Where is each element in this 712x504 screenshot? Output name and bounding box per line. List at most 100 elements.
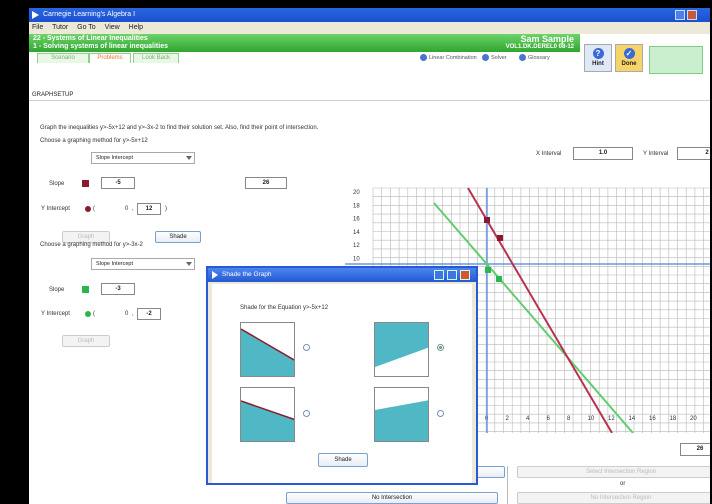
eq1-point-2[interactable]	[497, 235, 503, 241]
x-tick-label: 18	[670, 416, 677, 422]
eq2-intercept-x: 0	[125, 311, 129, 317]
y-tick-label: 18	[353, 203, 360, 209]
eq2-intercept-y-input[interactable]: -2	[137, 308, 161, 320]
y-tick-label: 12	[353, 243, 360, 249]
dialog-shade-button[interactable]: Shade	[318, 453, 368, 467]
shaded-region	[375, 323, 428, 367]
dialog-close-button[interactable]	[460, 270, 470, 280]
shade-option-above-1[interactable]	[374, 322, 429, 377]
menu-view[interactable]: View	[105, 24, 120, 31]
done-button[interactable]: ✓ Done	[615, 44, 643, 72]
eq1-slope-input[interactable]: -5	[101, 177, 135, 189]
x-tick-label: 16	[649, 416, 656, 422]
student-id: VOL1.DK.DEREL0 08-12	[505, 44, 574, 50]
shaded-region	[241, 401, 294, 441]
result-value-input[interactable]: 26	[680, 443, 710, 456]
divider	[507, 466, 508, 504]
eq1-method-select[interactable]: Slope Intercept	[91, 152, 195, 164]
eq1-intercept-x: 0	[125, 206, 129, 212]
tool-icon	[519, 54, 526, 61]
shade-option-above-2[interactable]	[374, 387, 429, 442]
menu-go-to[interactable]: Go To	[77, 24, 96, 31]
no-intersection-region-button[interactable]: No Intersection Region	[517, 492, 710, 504]
eq2-point-1[interactable]	[485, 267, 491, 273]
shade-option-2-radio[interactable]	[437, 344, 444, 351]
shade-option-below-1[interactable]	[240, 322, 295, 377]
eq2-intercept-marker-icon	[85, 311, 91, 317]
eq2-point-2[interactable]	[496, 276, 502, 282]
menu-file[interactable]: File	[32, 24, 43, 31]
eq1-shade-button[interactable]: Shade	[155, 231, 201, 243]
menu-tutor[interactable]: Tutor	[52, 24, 68, 31]
eq1-intercept-label: Y Intercept	[41, 206, 70, 212]
shade-option-3-radio[interactable]	[303, 410, 310, 417]
eq1-extra-input[interactable]: 26	[245, 177, 287, 189]
dialog-maximize-button[interactable]	[447, 270, 457, 280]
dialog-prompt: Shade for the Equation y>-5x+12	[240, 305, 329, 311]
hint-button[interactable]: ? Hint	[584, 44, 612, 72]
x-tick-label: 10	[588, 416, 595, 422]
tool-solver[interactable]: Solver	[482, 54, 507, 61]
unit-title: 22 - Systems of Linear Inequalities	[33, 35, 148, 42]
y-tick-label: 16	[353, 217, 360, 223]
x-tick-label: 12	[608, 416, 615, 422]
dialog-body: Shade for the Equation y>-5x+12 Shade	[212, 284, 472, 483]
comma: ,	[132, 206, 134, 212]
progress-panel	[649, 46, 703, 74]
window-titlebar: Carnegie Learning's Algebra I	[29, 8, 710, 22]
tool-glossary[interactable]: Glossary	[519, 54, 550, 61]
paren-open: (	[93, 206, 95, 212]
eq2-graph-button[interactable]: Graph	[62, 335, 110, 347]
tool-linear-combination[interactable]: Linear Combination	[420, 54, 477, 61]
shade-option-below-2[interactable]	[240, 387, 295, 442]
app-logo-icon	[212, 271, 218, 279]
x-axis-ticks: 02468101214161820	[485, 416, 697, 422]
tool-icon	[420, 54, 427, 61]
paren-open: (	[93, 311, 95, 317]
shade-option-1-radio[interactable]	[303, 344, 310, 351]
select-intersection-region-button[interactable]: Select Intersection Region	[517, 466, 710, 478]
y-tick-label: 10	[353, 257, 360, 263]
chevron-down-icon	[186, 156, 192, 160]
dialog-minimize-button[interactable]	[434, 270, 444, 280]
y-interval-input[interactable]: 2	[677, 147, 710, 160]
shaded-region	[375, 400, 428, 441]
no-intersection-button[interactable]: No Intersection	[286, 492, 498, 504]
eq1-choose-text: Choose a graphing method for y>-5x+12	[40, 138, 148, 144]
y-interval-label: Y Interval	[643, 151, 669, 157]
x-tick-label: 6	[547, 416, 551, 422]
checkmark-icon: ✓	[623, 48, 635, 59]
eq2-slope-marker-icon	[82, 286, 89, 293]
comma: ,	[132, 311, 134, 317]
tab-scenario[interactable]: Scenario	[37, 53, 89, 63]
eq1-point-1[interactable]	[484, 217, 490, 223]
lesson-header: 22 - Systems of Linear Inequalities 1 - …	[29, 34, 710, 74]
menu-help[interactable]: Help	[129, 24, 143, 31]
menu-bar: File Tutor Go To View Help	[29, 22, 710, 34]
x-tick-label: 14	[629, 416, 636, 422]
tab-problems[interactable]: Problems	[89, 53, 131, 63]
eq1-slope-marker-icon	[82, 180, 89, 187]
paren-close: )	[165, 206, 167, 212]
eq2-method-value: Slope Intercept	[96, 261, 133, 267]
section-title: 1 - Solving systems of linear inequaliti…	[33, 43, 168, 50]
x-interval-label: X Interval	[536, 151, 562, 157]
student-name: Sam Sample	[520, 34, 574, 44]
shaded-region	[241, 329, 294, 376]
eq2-method-select[interactable]: Slope Intercept	[91, 258, 195, 270]
minimize-button[interactable]	[675, 10, 685, 20]
shade-option-4-radio[interactable]	[437, 410, 444, 417]
eq2-choose-text: Choose a graphing method for y>-3x-2	[40, 242, 143, 248]
y-tick-label: 20	[353, 190, 360, 196]
divider	[29, 100, 710, 101]
y-axis-ticks: 2018161412108	[353, 190, 360, 276]
dialog-titlebar: Shade the Graph	[208, 268, 476, 282]
x-tick-label: 8	[567, 416, 571, 422]
chevron-down-icon	[186, 262, 192, 266]
eq1-intercept-y-input[interactable]: 12	[137, 203, 161, 215]
eq2-slope-label: Slope	[49, 287, 65, 293]
close-window-button[interactable]	[687, 10, 697, 20]
x-interval-input[interactable]: 1.0	[573, 147, 633, 160]
tab-look-back[interactable]: Look Back	[133, 53, 179, 63]
eq2-slope-input[interactable]: -3	[101, 283, 135, 295]
